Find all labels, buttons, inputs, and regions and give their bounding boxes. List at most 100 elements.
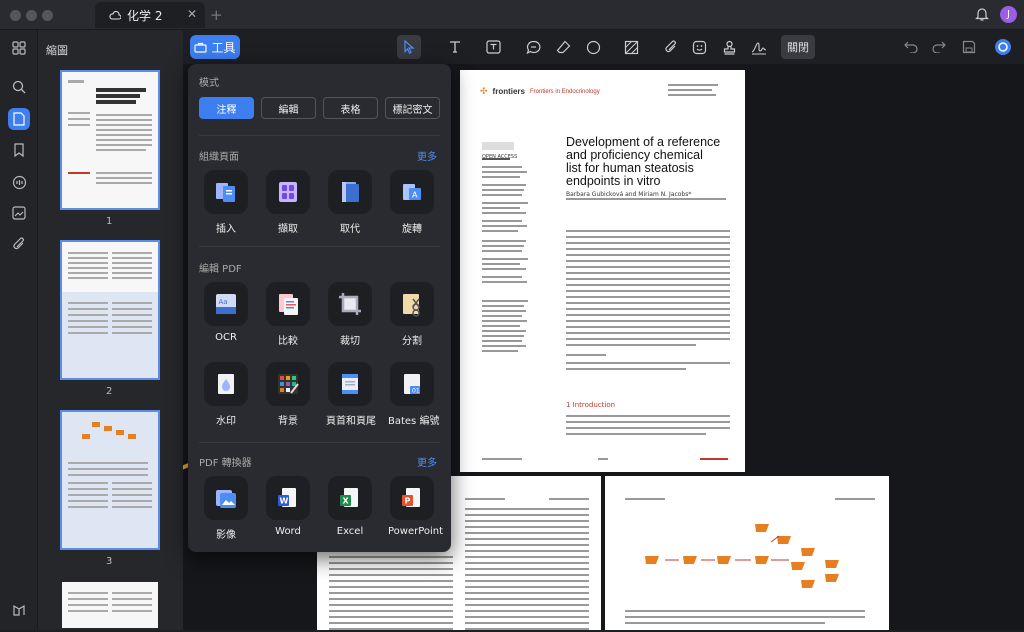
attachment-icon[interactable] [9, 234, 29, 254]
ai-assistant-icon[interactable] [993, 37, 1013, 57]
image-list-icon[interactable] [9, 203, 29, 223]
svg-text:01: 01 [412, 388, 420, 395]
split-tool[interactable]: 分割 [388, 282, 436, 347]
replace-tool[interactable]: 取代 [326, 170, 374, 235]
user-avatar[interactable]: J [1000, 6, 1017, 23]
close-tab-icon[interactable]: ✕ [187, 7, 197, 21]
divider [199, 246, 440, 247]
insert-pages-icon [204, 170, 248, 214]
eraser-icon[interactable] [553, 37, 573, 57]
left-icon-bar [0, 30, 38, 630]
image-file-icon [204, 476, 248, 520]
svg-text:W: W [280, 497, 289, 506]
organize-section-title: 組織頁面 [199, 152, 239, 163]
convert-word-tool[interactable]: W Word [264, 476, 312, 537]
comment-list-icon[interactable] [9, 172, 29, 192]
converter-section-title: PDF 轉換器 [199, 458, 252, 469]
tab-title: 化学 2 [127, 8, 163, 23]
insert-tool[interactable]: 插入 [202, 170, 250, 235]
ocr-icon: Aa [204, 282, 248, 326]
convert-excel-tool[interactable]: X Excel [326, 476, 374, 537]
extract-tool[interactable]: 擷取 [264, 170, 312, 235]
replace-pages-icon [328, 170, 372, 214]
background-icon [266, 362, 310, 406]
converter-more-link[interactable]: 更多 [417, 454, 437, 469]
tools-panel: 模式 注釋 編輯 表格 標記密文 組織頁面 更多 插入 擷取 取代 A 旋轉 編… [188, 64, 451, 552]
crop-icon [328, 282, 372, 326]
signature-icon[interactable] [749, 37, 769, 57]
thumbnail-page-4[interactable] [60, 580, 160, 630]
window-minimize-dot[interactable] [26, 10, 37, 21]
bates-numbering-tool[interactable]: 01 Bates 編號 [388, 362, 439, 427]
bates-numbering-icon: 01 [390, 362, 434, 406]
rotate-tool[interactable]: A 旋轉 [388, 170, 436, 235]
svg-text:A: A [412, 191, 418, 200]
save-icon[interactable] [959, 37, 979, 57]
document-tab[interactable]: 化学 2 ✕ [95, 2, 205, 28]
layers-icon[interactable] [9, 600, 29, 620]
top-toolbar: 工具 關閉 [183, 30, 1024, 64]
convert-word-label: Word [275, 526, 301, 537]
organize-more-link[interactable]: 更多 [417, 148, 437, 163]
svg-text:P: P [405, 497, 411, 506]
header-footer-icon [328, 362, 372, 406]
text-tool-icon[interactable] [445, 37, 465, 57]
thumbnail-panel: 縮圖 1 2 3 [38, 30, 218, 630]
bookmark-icon[interactable] [9, 140, 29, 160]
shape-tool-icon[interactable] [583, 37, 603, 57]
compare-tool[interactable]: 比較 [264, 282, 312, 347]
crop-tool[interactable]: 裁切 [326, 282, 374, 347]
thumbnail-page-number: 3 [106, 556, 113, 567]
thumbnail-page-3[interactable] [60, 410, 160, 550]
mode-form-button[interactable]: 表格 [323, 97, 378, 119]
toolbox-icon [194, 42, 208, 53]
undo-icon[interactable] [901, 37, 921, 57]
thumbnail-panel-title: 縮圖 [46, 44, 68, 57]
watermark-icon [204, 362, 248, 406]
textbox-tool-icon[interactable] [483, 37, 503, 57]
divider [199, 442, 440, 443]
notification-bell-icon[interactable] [975, 6, 989, 26]
grid-view-icon[interactable] [9, 38, 29, 58]
thumbnail-page-2[interactable] [60, 240, 160, 380]
search-icon[interactable] [9, 77, 29, 97]
pages-icon[interactable] [8, 108, 30, 130]
header-footer-tool[interactable]: 頁首和頁尾 [326, 362, 376, 427]
select-cursor-icon[interactable] [397, 35, 421, 59]
window-zoom-dot[interactable] [42, 10, 53, 21]
convert-excel-label: Excel [336, 526, 364, 537]
excel-file-icon: X [328, 476, 372, 520]
powerpoint-file-icon: P [390, 476, 434, 520]
close-tools-button[interactable]: 關閉 [781, 35, 815, 59]
thumbnail-page-number: 1 [106, 216, 113, 227]
mode-annotate-button[interactable]: 注釋 [199, 97, 254, 119]
tools-button[interactable]: 工具 [190, 35, 240, 59]
area-tool-icon[interactable] [621, 37, 641, 57]
comment-tool-icon[interactable] [523, 37, 543, 57]
background-label: 背景 [278, 416, 298, 427]
watermark-tool[interactable]: 水印 [202, 362, 250, 427]
redo-icon[interactable] [929, 37, 949, 57]
header-footer-label: 頁首和頁尾 [326, 416, 376, 427]
cloud-icon [109, 10, 121, 20]
mode-redact-button[interactable]: 標記密文 [385, 97, 440, 119]
sticker-icon[interactable] [689, 37, 709, 57]
edit-pdf-section-title: 編輯 PDF [199, 264, 242, 275]
extract-label: 擷取 [278, 224, 298, 235]
rotate-pages-icon: A [390, 170, 434, 214]
new-tab-icon[interactable]: + [210, 6, 223, 24]
attach-file-icon[interactable] [661, 37, 681, 57]
thumbnail-page-1[interactable] [60, 70, 160, 210]
background-tool[interactable]: 背景 [264, 362, 312, 427]
mode-edit-button[interactable]: 編輯 [261, 97, 316, 119]
ocr-tool[interactable]: Aa OCR [202, 282, 250, 343]
convert-powerpoint-tool[interactable]: P PowerPoint [388, 476, 443, 537]
split-icon [390, 282, 434, 326]
thumbnail-page-number: 2 [106, 386, 113, 397]
convert-image-tool[interactable]: 影像 [202, 476, 250, 541]
stamp-icon[interactable] [719, 37, 739, 57]
window-close-dot[interactable] [10, 10, 21, 21]
extract-pages-icon [266, 170, 310, 214]
tools-button-label: 工具 [211, 40, 236, 55]
svg-text:X: X [343, 497, 350, 506]
